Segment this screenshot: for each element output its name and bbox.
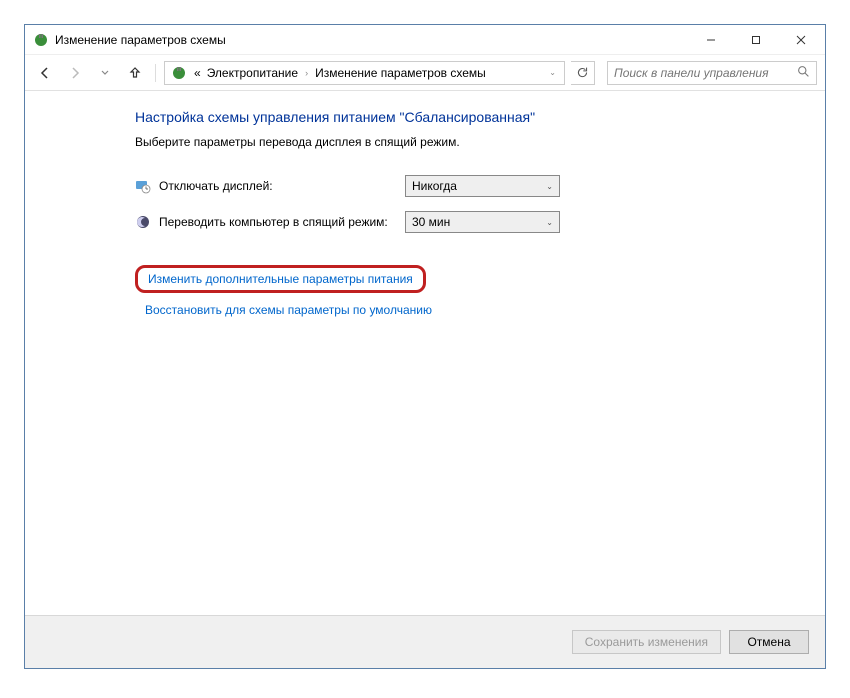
breadcrumb-item[interactable]: Изменение параметров схемы [312, 66, 489, 80]
sleep-dropdown[interactable]: 30 мин ⌄ [405, 211, 560, 233]
restore-defaults-link[interactable]: Восстановить для схемы параметры по умол… [145, 303, 805, 317]
chevron-down-icon: ⌄ [546, 218, 553, 227]
nav-back-button[interactable] [33, 61, 57, 85]
nav-forward-button[interactable] [63, 61, 87, 85]
power-plug-icon [171, 65, 187, 81]
minimize-button[interactable] [688, 26, 733, 54]
refresh-button[interactable] [571, 61, 595, 85]
window-controls [688, 26, 823, 54]
navbar: « Электропитание › Изменение параметров … [25, 55, 825, 91]
advanced-power-settings-link[interactable]: Изменить дополнительные параметры питани… [135, 265, 426, 293]
cancel-button[interactable]: Отмена [729, 630, 809, 654]
setting-row-display-off: Отключать дисплей: Никогда ⌄ [135, 175, 805, 197]
maximize-button[interactable] [733, 26, 778, 54]
search-input[interactable] [614, 66, 797, 80]
moon-icon [135, 214, 151, 230]
window-title: Изменение параметров схемы [55, 33, 688, 47]
nav-separator [155, 64, 156, 82]
titlebar: Изменение параметров схемы [25, 25, 825, 55]
save-button: Сохранить изменения [572, 630, 721, 654]
power-plug-icon [33, 32, 49, 48]
search-icon[interactable] [797, 65, 810, 81]
content-area: Настройка схемы управления питанием "Сба… [25, 91, 825, 615]
window: Изменение параметров схемы « Электропита… [24, 24, 826, 669]
setting-label-cell: Переводить компьютер в спящий режим: [135, 214, 405, 230]
monitor-clock-icon [135, 178, 151, 194]
dropdown-value: 30 мин [412, 215, 450, 229]
chevron-right-icon: › [301, 68, 312, 78]
setting-label: Переводить компьютер в спящий режим: [159, 215, 388, 229]
setting-label: Отключать дисплей: [159, 179, 273, 193]
setting-row-sleep: Переводить компьютер в спящий режим: 30 … [135, 211, 805, 233]
page-subtext: Выберите параметры перевода дисплея в сп… [135, 135, 805, 149]
display-off-dropdown[interactable]: Никогда ⌄ [405, 175, 560, 197]
footer: Сохранить изменения Отмена [25, 615, 825, 668]
chevron-down-icon[interactable]: ⌄ [543, 68, 562, 77]
chevron-down-icon: ⌄ [546, 182, 553, 191]
address-bar[interactable]: « Электропитание › Изменение параметров … [164, 61, 565, 85]
close-button[interactable] [778, 26, 823, 54]
breadcrumb-item[interactable]: Электропитание [204, 66, 301, 80]
breadcrumb-prefix[interactable]: « [191, 66, 204, 80]
setting-label-cell: Отключать дисплей: [135, 178, 405, 194]
nav-up-button[interactable] [123, 61, 147, 85]
nav-history-button[interactable] [93, 61, 117, 85]
search-box[interactable] [607, 61, 817, 85]
links-section: Изменить дополнительные параметры питани… [135, 265, 805, 317]
dropdown-value: Никогда [412, 179, 457, 193]
page-heading: Настройка схемы управления питанием "Сба… [135, 109, 805, 125]
